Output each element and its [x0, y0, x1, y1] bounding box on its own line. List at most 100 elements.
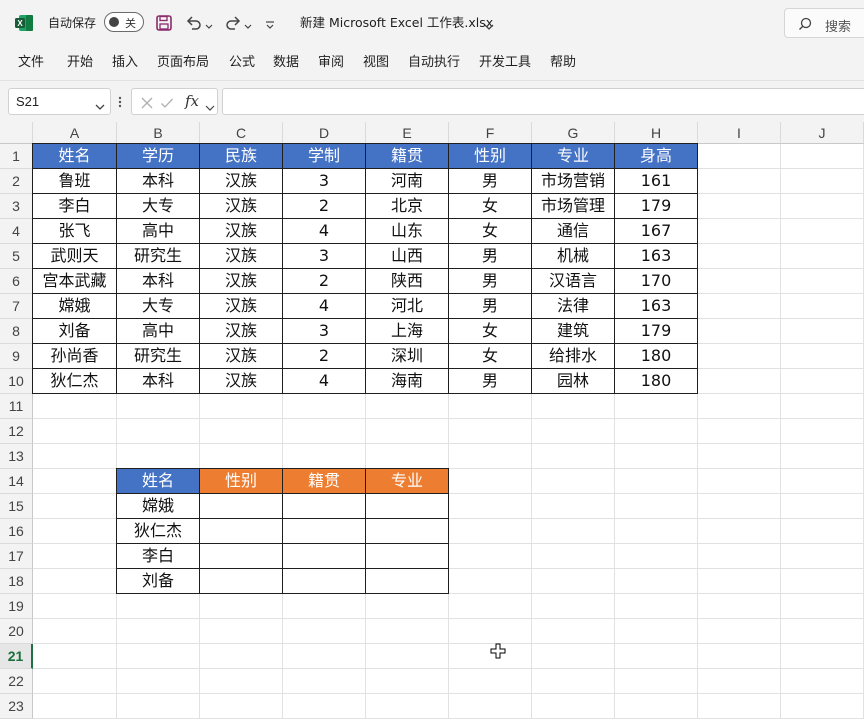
- column-header-f[interactable]: F: [449, 122, 532, 144]
- cell[interactable]: [449, 494, 532, 519]
- cell[interactable]: [615, 494, 698, 519]
- cell[interactable]: [200, 644, 283, 669]
- table1-cell[interactable]: 园林: [531, 368, 615, 394]
- cell[interactable]: [532, 419, 615, 444]
- cell[interactable]: [781, 294, 864, 319]
- cell[interactable]: [781, 644, 864, 669]
- cell[interactable]: [283, 669, 366, 694]
- row-header-17[interactable]: 17: [0, 544, 33, 569]
- cell[interactable]: [698, 369, 781, 394]
- row-header-19[interactable]: 19: [0, 594, 33, 619]
- table1-cell[interactable]: 法律: [531, 293, 615, 319]
- tab-help[interactable]: 帮助: [550, 55, 576, 71]
- cell[interactable]: [532, 494, 615, 519]
- table2-header-cell[interactable]: 专业: [365, 468, 449, 494]
- cell[interactable]: [366, 419, 449, 444]
- cell[interactable]: [615, 419, 698, 444]
- cell[interactable]: [449, 694, 532, 719]
- table1-cell[interactable]: 汉语言: [531, 268, 615, 294]
- column-header-b[interactable]: B: [117, 122, 200, 144]
- cell[interactable]: [781, 319, 864, 344]
- file-title[interactable]: 新建 Microsoft Excel 工作表.xlsx: [300, 16, 493, 30]
- cell[interactable]: [532, 569, 615, 594]
- table1-cell[interactable]: 宫本武藏: [32, 268, 117, 294]
- table1-cell[interactable]: 本科: [116, 268, 200, 294]
- table1-header-cell[interactable]: 学制: [282, 143, 366, 169]
- table1-cell[interactable]: 机械: [531, 243, 615, 269]
- redo-dropdown-icon[interactable]: [244, 17, 252, 29]
- cell[interactable]: [698, 294, 781, 319]
- cell[interactable]: [33, 594, 117, 619]
- table1-cell[interactable]: 武则天: [32, 243, 117, 269]
- undo-dropdown-icon[interactable]: [205, 17, 213, 29]
- row-header-8[interactable]: 8: [0, 319, 33, 344]
- table1-cell[interactable]: 汉族: [199, 368, 283, 394]
- row-header-12[interactable]: 12: [0, 419, 33, 444]
- cell[interactable]: [117, 694, 200, 719]
- cell[interactable]: [283, 644, 366, 669]
- cell[interactable]: [449, 394, 532, 419]
- cell[interactable]: [781, 619, 864, 644]
- cell[interactable]: [698, 519, 781, 544]
- table1-cell[interactable]: 市场营销: [531, 168, 615, 194]
- cell[interactable]: [698, 644, 781, 669]
- cell[interactable]: [781, 169, 864, 194]
- cell[interactable]: [449, 569, 532, 594]
- table1-cell[interactable]: 李白: [32, 193, 117, 219]
- cell[interactable]: [200, 594, 283, 619]
- table2-cell[interactable]: [199, 518, 283, 544]
- row-header-14[interactable]: 14: [0, 469, 33, 494]
- table1-cell[interactable]: 上海: [365, 318, 449, 344]
- row-header-20[interactable]: 20: [0, 619, 33, 644]
- table1-cell[interactable]: 汉族: [199, 243, 283, 269]
- row-header-1[interactable]: 1: [0, 144, 33, 169]
- fx-dropdown-icon[interactable]: [205, 98, 215, 111]
- table1-cell[interactable]: 张飞: [32, 218, 117, 244]
- tab-view[interactable]: 视图: [363, 55, 389, 71]
- cell[interactable]: [33, 544, 117, 569]
- cell[interactable]: [532, 669, 615, 694]
- cell[interactable]: [449, 519, 532, 544]
- cell[interactable]: [283, 394, 366, 419]
- tab-data[interactable]: 数据: [273, 55, 299, 71]
- cell[interactable]: [449, 619, 532, 644]
- cell[interactable]: [615, 669, 698, 694]
- spreadsheet-grid[interactable]: A B C D E F G H I J 1 2 3 4 5 6 7 8 9 10 11 12 13 14 15 16 17 18 19 2…: [0, 122, 864, 722]
- row-header-7[interactable]: 7: [0, 294, 33, 319]
- row-header-2[interactable]: 2: [0, 169, 33, 194]
- name-box[interactable]: S21: [8, 88, 111, 115]
- table1-cell[interactable]: 汉族: [199, 318, 283, 344]
- table1-cell[interactable]: 3: [282, 243, 366, 269]
- table2-cell[interactable]: [365, 568, 449, 594]
- cell[interactable]: [200, 444, 283, 469]
- table1-cell[interactable]: 163: [614, 293, 698, 319]
- cell[interactable]: [200, 394, 283, 419]
- table1-cell[interactable]: 女: [448, 193, 532, 219]
- table1-header-cell[interactable]: 专业: [531, 143, 615, 169]
- column-header-d[interactable]: D: [283, 122, 366, 144]
- cell[interactable]: [698, 494, 781, 519]
- table1-cell[interactable]: 4: [282, 218, 366, 244]
- cell[interactable]: [698, 619, 781, 644]
- table1-cell[interactable]: 北京: [365, 193, 449, 219]
- table1-cell[interactable]: 本科: [116, 168, 200, 194]
- cell[interactable]: [532, 394, 615, 419]
- autosave-toggle[interactable]: 关: [104, 12, 144, 32]
- row-header-13[interactable]: 13: [0, 444, 33, 469]
- column-header-e[interactable]: E: [366, 122, 449, 144]
- cell[interactable]: [117, 394, 200, 419]
- cell[interactable]: [33, 469, 117, 494]
- cell[interactable]: [532, 694, 615, 719]
- table1-cell[interactable]: 陕西: [365, 268, 449, 294]
- table1-cell[interactable]: 嫦娥: [32, 293, 117, 319]
- table1-cell[interactable]: 2: [282, 268, 366, 294]
- cell[interactable]: [33, 444, 117, 469]
- tab-review[interactable]: 审阅: [318, 55, 344, 71]
- cell[interactable]: [698, 569, 781, 594]
- table1-cell[interactable]: 男: [448, 168, 532, 194]
- search-box[interactable]: 搜索: [784, 8, 864, 38]
- cell[interactable]: [781, 369, 864, 394]
- cell[interactable]: [698, 219, 781, 244]
- table1-cell[interactable]: 163: [614, 243, 698, 269]
- name-box-dropdown-icon[interactable]: [95, 97, 105, 110]
